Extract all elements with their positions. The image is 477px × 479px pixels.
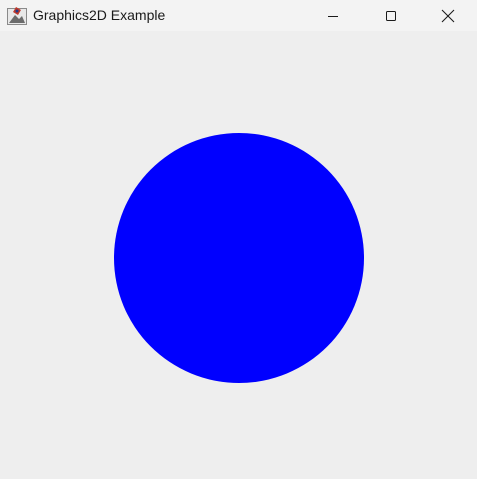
window-title: Graphics2D Example xyxy=(33,7,166,23)
title-bar[interactable]: Graphics2D Example xyxy=(0,0,477,31)
drawing-canvas xyxy=(0,31,477,479)
blue-circle xyxy=(114,133,364,383)
minimize-icon xyxy=(328,15,338,17)
maximize-button[interactable] xyxy=(362,0,420,31)
minimize-button[interactable] xyxy=(304,0,362,31)
close-icon xyxy=(441,9,455,22)
java-app-icon[interactable] xyxy=(7,6,27,25)
maximize-icon xyxy=(386,10,396,21)
app-window: Graphics2D Example xyxy=(0,0,477,479)
close-button[interactable] xyxy=(419,0,477,31)
